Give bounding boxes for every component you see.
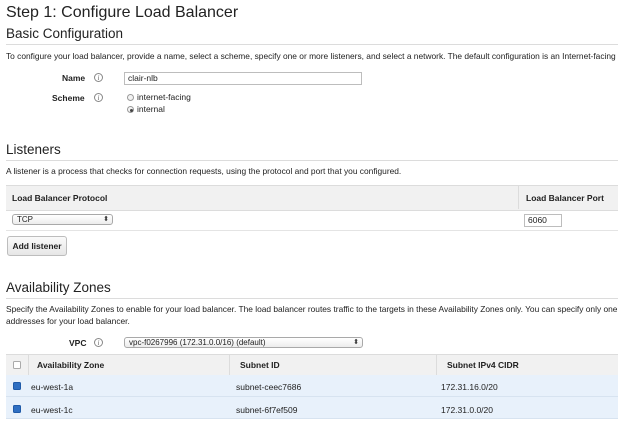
scheme-info-icon[interactable]: i xyxy=(94,93,103,102)
scheme-internal-radio[interactable] xyxy=(127,106,134,113)
subnet-cell: subnet-6f7ef509 xyxy=(236,405,298,415)
col-load-balancer-port: Load Balancer Port xyxy=(526,193,604,203)
protocol-value: TCP xyxy=(17,215,33,224)
select-arrows-icon: ⬍ xyxy=(103,216,109,223)
cidr-cell: 172.31.16.0/20 xyxy=(441,382,498,392)
add-listener-button[interactable]: Add listener xyxy=(7,236,67,256)
name-info-icon[interactable]: i xyxy=(94,73,103,82)
vpc-info-icon[interactable]: i xyxy=(94,338,103,347)
basic-configuration-heading: Basic Configuration xyxy=(6,26,124,41)
divider xyxy=(6,230,618,231)
availability-zones-description: Specify the Availability Zones to enable… xyxy=(6,304,618,314)
select-arrows-icon: ⬍ xyxy=(353,339,359,346)
subnet-cell: subnet-ceec7686 xyxy=(236,382,302,392)
column-divider xyxy=(436,354,437,375)
availability-zones-heading: Availability Zones xyxy=(6,280,111,295)
port-input[interactable]: 6060 xyxy=(524,214,562,227)
scheme-internet-facing-radio[interactable] xyxy=(127,94,134,101)
column-divider xyxy=(518,185,519,209)
name-input[interactable]: clair-nlb xyxy=(124,72,362,85)
vpc-value: vpc-f0267996 (172.31.0.0/16) (default) xyxy=(129,338,266,347)
zone-cell: eu-west-1c xyxy=(31,405,73,415)
column-divider xyxy=(28,354,29,375)
divider xyxy=(6,160,618,161)
cidr-cell: 172.31.0.0/20 xyxy=(441,405,493,415)
scheme-option-label: internet-facing xyxy=(137,92,191,102)
vpc-label: VPC xyxy=(69,338,87,348)
select-all-checkbox[interactable] xyxy=(13,361,21,369)
availability-zones-description-cont: addresses for your load balancer. xyxy=(6,316,130,326)
col-availability-zone: Availability Zone xyxy=(37,360,105,370)
zone-cell: eu-west-1a xyxy=(31,382,74,392)
divider xyxy=(6,298,618,299)
listeners-description: A listener is a process that checks for … xyxy=(6,166,402,176)
col-load-balancer-protocol: Load Balancer Protocol xyxy=(12,193,108,203)
zone-checkbox[interactable] xyxy=(13,382,21,390)
vpc-select[interactable]: vpc-f0267996 (172.31.0.0/16) (default) ⬍ xyxy=(124,337,363,348)
basic-configuration-description: To configure your load balancer, provide… xyxy=(6,51,616,61)
zone-checkbox[interactable] xyxy=(13,405,21,413)
page-title: Step 1: Configure Load Balancer xyxy=(6,4,239,21)
divider xyxy=(6,44,618,45)
col-subnet-id: Subnet ID xyxy=(240,360,280,370)
scheme-option-label: internal xyxy=(137,104,165,114)
table-row[interactable] xyxy=(6,375,618,397)
name-label: Name xyxy=(62,73,86,83)
col-subnet-ipv4-cidr: Subnet IPv4 CIDR xyxy=(447,360,519,370)
table-row[interactable] xyxy=(6,397,618,419)
scheme-label: Scheme xyxy=(52,93,85,103)
listeners-heading: Listeners xyxy=(6,142,61,157)
column-divider xyxy=(229,354,230,375)
protocol-select[interactable]: TCP ⬍ xyxy=(12,214,113,225)
